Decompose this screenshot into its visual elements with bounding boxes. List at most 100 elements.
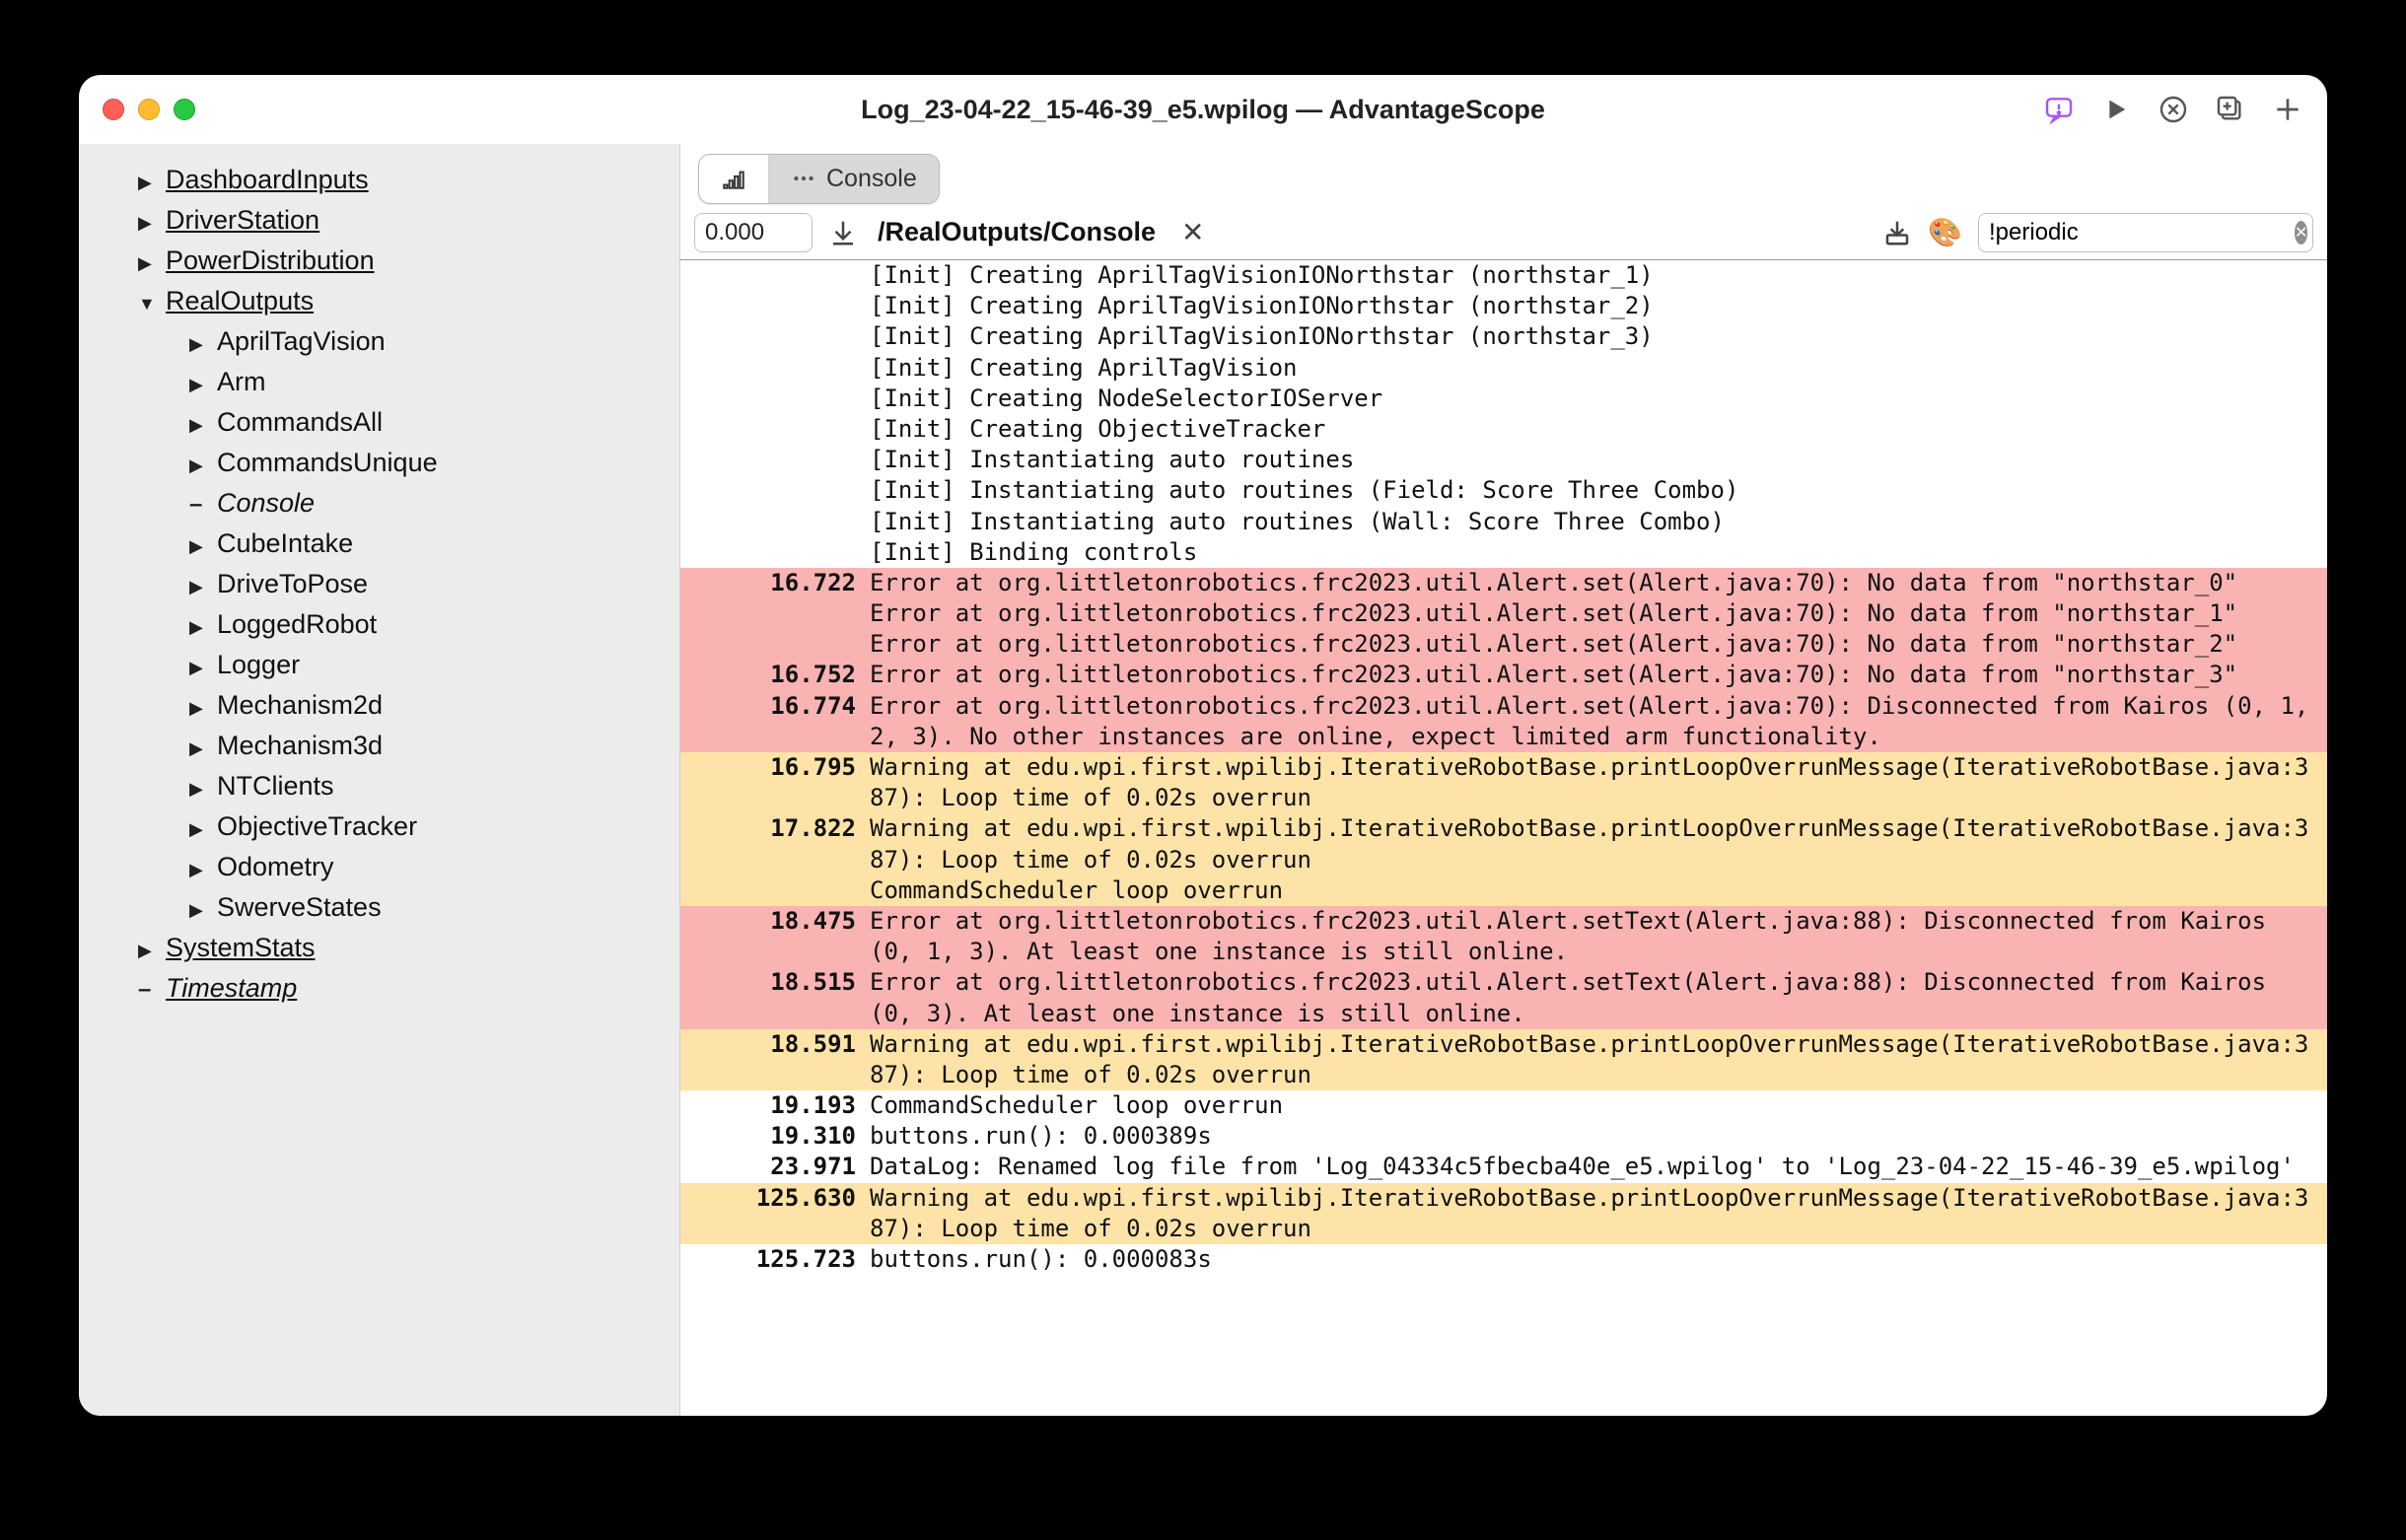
console-timestamp — [680, 875, 870, 906]
console-timestamp — [680, 291, 870, 321]
disclosure-icon[interactable] — [138, 205, 156, 236]
disclosure-icon[interactable] — [189, 650, 207, 680]
tab-linegraph[interactable] — [699, 155, 769, 203]
titlebar: Log_23-04-22_15-46-39_e5.wpilog — Advant… — [79, 75, 2327, 144]
console-timestamp — [680, 598, 870, 629]
minimize-window-button[interactable] — [138, 99, 160, 120]
tree-item-swervestates[interactable]: SwerveStates — [79, 887, 679, 928]
tree-label: AprilTagVision — [217, 326, 386, 357]
disclosure-icon[interactable] — [189, 852, 207, 882]
tree-item-commandsunique[interactable]: CommandsUnique — [79, 443, 679, 483]
console-message: Error at org.littletonrobotics.frc2023.u… — [870, 660, 2327, 690]
disclosure-icon[interactable] — [189, 609, 207, 640]
console-message: buttons.run(): 0.000083s — [870, 1244, 2327, 1275]
console-timestamp: 18.475 — [680, 906, 870, 967]
disclosure-icon[interactable] — [189, 569, 207, 599]
window-controls — [103, 99, 195, 120]
tree-item-console[interactable]: Console — [79, 483, 679, 524]
tab-console-label: Console — [826, 165, 917, 193]
disclosure-icon[interactable] — [189, 448, 207, 478]
tree-label: DriveToPose — [217, 569, 368, 599]
highlight-toggle-icon[interactable]: 🎨 — [1928, 216, 1962, 248]
console-row: 17.822Warning at edu.wpi.first.wpilibj.I… — [680, 813, 2327, 875]
tree-item-loggedrobot[interactable]: LoggedRobot — [79, 604, 679, 645]
tree-item-mechanism2d[interactable]: Mechanism2d — [79, 685, 679, 726]
tree-item-cubeintake[interactable]: CubeIntake — [79, 524, 679, 564]
filter-box[interactable]: ✕ — [1978, 213, 2313, 252]
tree-label: Timestamp — [166, 973, 297, 1004]
disclosure-icon[interactable] — [138, 973, 156, 1004]
console-output[interactable]: [Init] Creating AprilTagVisionIONorthsta… — [680, 260, 2327, 1416]
tree-item-driverstation[interactable]: DriverStation — [79, 200, 679, 241]
console-message: Error at org.littletonrobotics.frc2023.u… — [870, 629, 2327, 660]
tree-item-odometry[interactable]: Odometry — [79, 847, 679, 887]
console-message: Error at org.littletonrobotics.frc2023.u… — [870, 967, 2327, 1028]
disclosure-icon[interactable] — [189, 528, 207, 559]
disclosure-icon[interactable] — [189, 892, 207, 923]
tree-item-dashboardinputs[interactable]: DashboardInputs — [79, 160, 679, 200]
disclosure-icon[interactable] — [189, 731, 207, 761]
close-window-button[interactable] — [103, 99, 124, 120]
disclosure-icon[interactable] — [189, 811, 207, 842]
tree-label: SwerveStates — [217, 892, 382, 923]
tree-item-drivetopose[interactable]: DriveToPose — [79, 564, 679, 604]
console-message: CommandScheduler loop overrun — [870, 875, 2327, 906]
console-timestamp: 19.193 — [680, 1090, 870, 1121]
console-timestamp: 18.515 — [680, 967, 870, 1028]
console-timestamp: 18.591 — [680, 1029, 870, 1090]
zoom-window-button[interactable] — [174, 99, 195, 120]
tree-item-arm[interactable]: Arm — [79, 362, 679, 402]
console-timestamp — [680, 260, 870, 291]
console-message: [Init] Creating AprilTagVisionIONorthsta… — [870, 291, 2327, 321]
disclosure-icon[interactable] — [189, 488, 207, 519]
console-row: [Init] Instantiating auto routines — [680, 445, 2327, 475]
tree-item-timestamp[interactable]: Timestamp — [79, 968, 679, 1009]
disclosure-icon[interactable] — [138, 286, 156, 316]
tree-label: Mechanism3d — [217, 731, 383, 761]
tree-item-systemstats[interactable]: SystemStats — [79, 928, 679, 968]
disclosure-icon[interactable] — [138, 933, 156, 963]
clear-filter-icon[interactable]: ✕ — [2295, 221, 2307, 245]
console-timestamp — [680, 507, 870, 537]
tree-item-realoutputs[interactable]: RealOutputs — [79, 281, 679, 321]
sidebar: DashboardInputsDriverStationPowerDistrib… — [79, 144, 680, 1416]
tree-item-apriltagvision[interactable]: AprilTagVision — [79, 321, 679, 362]
tree-label: Odometry — [217, 852, 334, 882]
disclosure-icon[interactable] — [138, 245, 156, 276]
console-row: 19.310buttons.run(): 0.000389s — [680, 1121, 2327, 1152]
console-row: [Init] Creating AprilTagVisionIONorthsta… — [680, 321, 2327, 352]
console-row: 19.193CommandScheduler loop overrun — [680, 1090, 2327, 1121]
tree-item-commandsall[interactable]: CommandsAll — [79, 402, 679, 443]
jump-to-time-icon[interactable] — [828, 218, 858, 247]
disclosure-icon[interactable] — [189, 367, 207, 397]
console-timestamp — [680, 445, 870, 475]
disclosure-icon[interactable] — [189, 407, 207, 438]
console-row: 23.971DataLog: Renamed log file from 'Lo… — [680, 1152, 2327, 1182]
filter-input[interactable] — [1989, 219, 2295, 246]
disclosure-icon[interactable] — [189, 690, 207, 721]
console-message: CommandScheduler loop overrun — [870, 1090, 2327, 1121]
disclosure-icon[interactable] — [189, 771, 207, 802]
tab-console[interactable]: Console — [769, 155, 939, 203]
play-icon[interactable] — [2100, 94, 2132, 125]
console-message: Warning at edu.wpi.first.wpilibj.Iterati… — [870, 752, 2327, 813]
feedback-icon[interactable] — [2043, 94, 2075, 125]
console-row: 125.630Warning at edu.wpi.first.wpilibj.… — [680, 1183, 2327, 1244]
remove-field-icon[interactable]: ✕ — [1181, 216, 1204, 248]
tree-item-mechanism3d[interactable]: Mechanism3d — [79, 726, 679, 766]
disclosure-icon[interactable] — [138, 165, 156, 195]
tree-item-objectivetracker[interactable]: ObjectiveTracker — [79, 806, 679, 847]
export-icon[interactable] — [1882, 218, 1912, 247]
new-window-icon[interactable] — [2215, 94, 2246, 125]
add-tab-icon[interactable] — [2272, 94, 2303, 125]
console-message: [Init] Creating ObjectiveTracker — [870, 414, 2327, 445]
tree-item-ntclients[interactable]: NTClients — [79, 766, 679, 806]
console-message: Warning at edu.wpi.first.wpilibj.Iterati… — [870, 1029, 2327, 1090]
tree-label: Logger — [217, 650, 300, 680]
tree-item-powerdistribution[interactable]: PowerDistribution — [79, 241, 679, 281]
tree-label: LoggedRobot — [217, 609, 377, 640]
time-input[interactable] — [694, 213, 813, 252]
disclosure-icon[interactable] — [189, 326, 207, 357]
close-tab-icon[interactable] — [2158, 94, 2189, 125]
tree-item-logger[interactable]: Logger — [79, 645, 679, 685]
